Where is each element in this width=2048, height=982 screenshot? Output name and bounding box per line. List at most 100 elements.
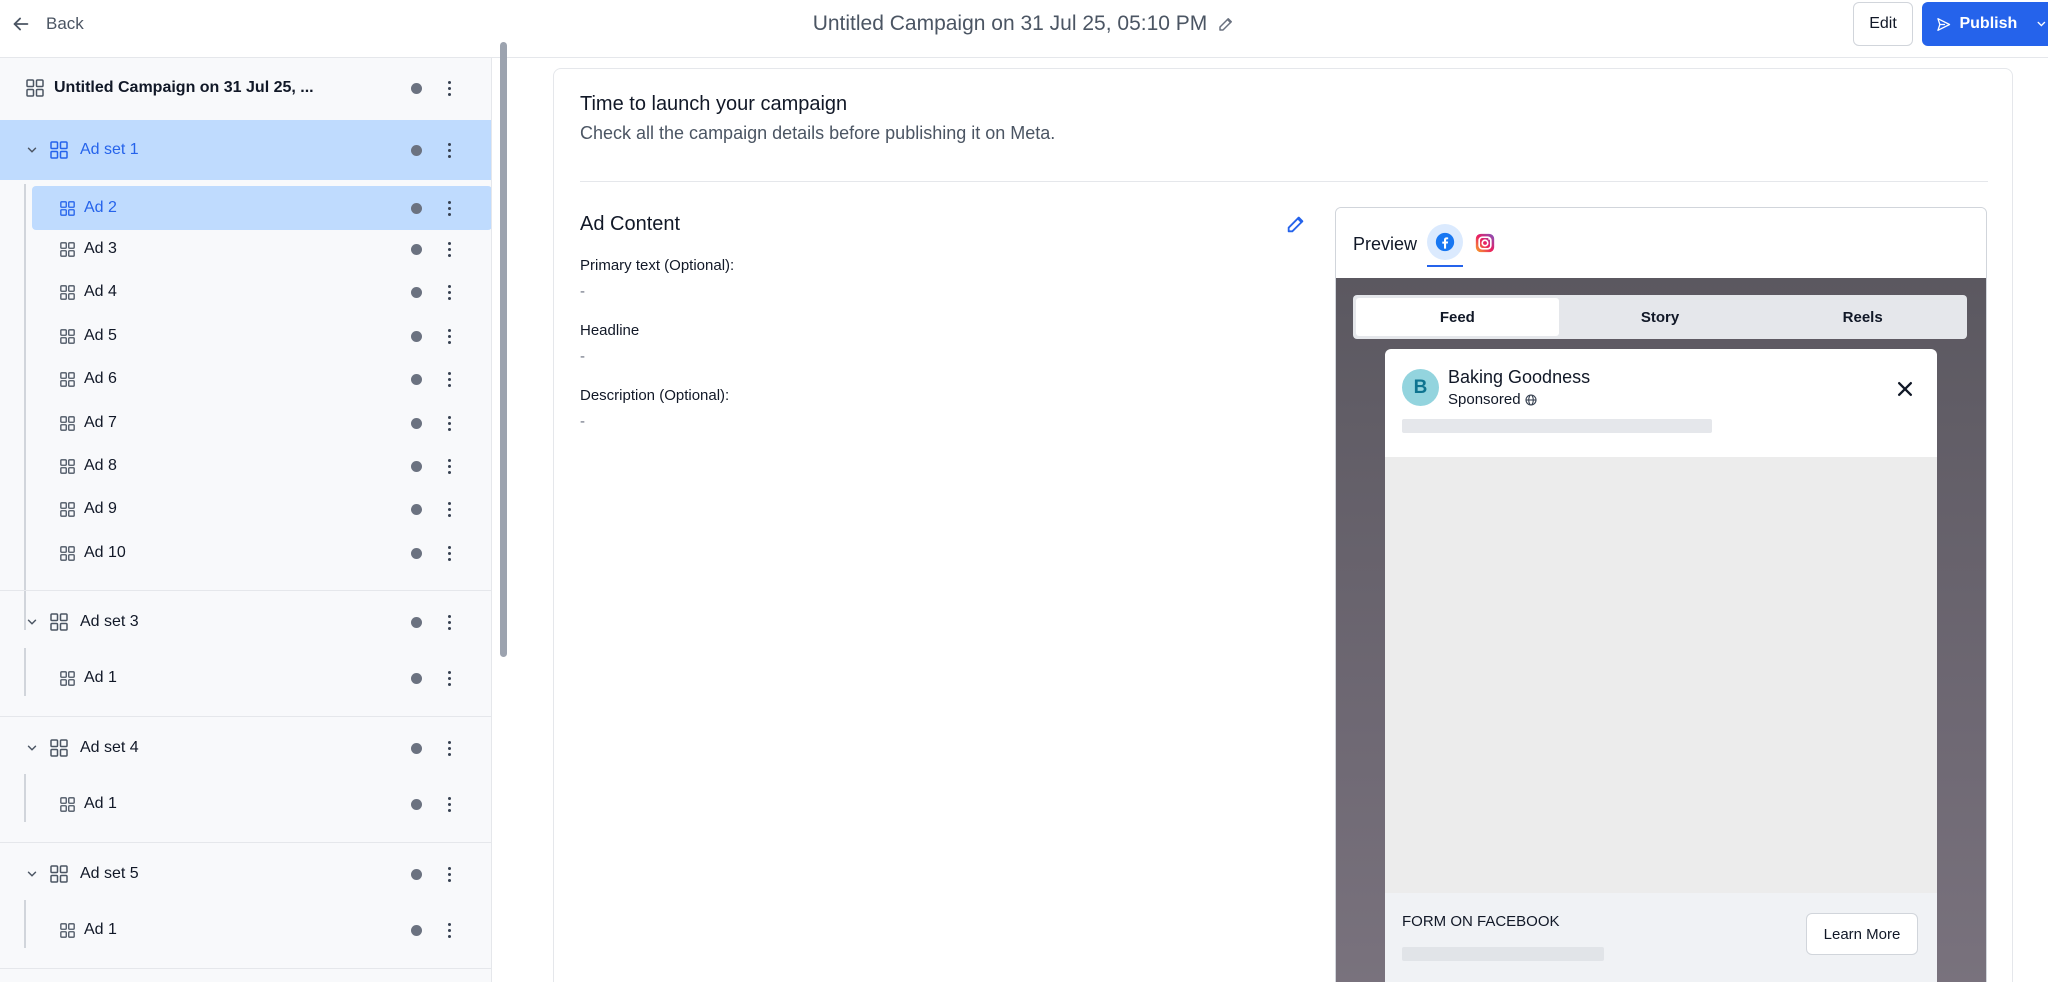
campaign-title: Untitled Campaign on 31 Jul 25, 05:10 PM <box>812 12 1208 35</box>
facebook-tab[interactable] <box>1427 224 1463 260</box>
publish-button[interactable]: Publish <box>1922 2 2048 46</box>
placement-tab-feed[interactable]: Feed <box>1356 298 1559 336</box>
chevron-down-icon[interactable] <box>25 741 39 755</box>
adset-label: Ad set 4 <box>80 739 139 756</box>
grid-icon <box>26 79 44 97</box>
tree-ad-row[interactable]: Ad 3 <box>0 229 491 269</box>
tree-ad-row[interactable]: Ad 6 <box>0 359 491 399</box>
more-options-icon[interactable] <box>442 920 456 940</box>
grid-icon <box>60 545 75 561</box>
ad-label: Ad 7 <box>84 414 117 431</box>
more-options-icon[interactable] <box>442 612 456 632</box>
publish-label: Publish <box>1959 15 2018 32</box>
tree-ad-row[interactable]: Ad 8 <box>0 446 491 486</box>
top-bar: Back Untitled Campaign on 31 Jul 25, 05:… <box>0 0 2048 58</box>
status-dot <box>411 742 422 754</box>
more-options-icon[interactable] <box>442 239 456 259</box>
status-dot <box>411 460 422 472</box>
tree-ad-row[interactable]: Ad 1 <box>0 910 491 950</box>
grid-icon <box>60 458 75 474</box>
more-options-icon[interactable] <box>442 369 456 389</box>
adset-label: Ad set 3 <box>80 613 139 630</box>
status-dot <box>411 924 422 936</box>
learn-more-button[interactable]: Learn More <box>1806 913 1918 955</box>
media-placeholder <box>1385 457 1937 893</box>
status-dot <box>411 243 422 255</box>
tree-campaign-row[interactable]: Untitled Campaign on 31 Jul 25, ... <box>0 68 491 108</box>
tree-adset-row[interactable]: Ad set 3 <box>0 602 491 642</box>
more-options-icon[interactable] <box>442 198 456 218</box>
tree-ad-row[interactable]: Ad 1 <box>0 784 491 824</box>
grid-icon <box>60 328 75 344</box>
more-options-icon[interactable] <box>442 543 456 563</box>
tree-adset-row[interactable]: Ad set 1 <box>0 120 491 180</box>
more-options-icon[interactable] <box>442 738 456 758</box>
edit-button[interactable]: Edit <box>1853 2 1913 46</box>
divider <box>0 842 491 843</box>
page-title: Time to launch your campaign <box>580 93 848 115</box>
tree-ad-row[interactable]: Ad 2 <box>32 186 491 230</box>
grid-icon <box>60 200 75 216</box>
placement-tab-story[interactable]: Story <box>1559 298 1762 336</box>
active-tab-indicator <box>1427 265 1463 267</box>
field-value: - <box>580 348 585 365</box>
tree-ad-row[interactable]: Ad 10 <box>0 533 491 573</box>
sponsored-label: Sponsored <box>1448 391 1521 408</box>
ad-label: Ad 4 <box>84 283 117 300</box>
more-options-icon[interactable] <box>442 794 456 814</box>
more-options-icon[interactable] <box>442 140 456 160</box>
ad-preview-panel: Preview Feed Story Reels B Baking Goodne… <box>1335 207 1987 982</box>
chevron-down-icon[interactable] <box>25 143 39 157</box>
grid-icon <box>50 141 68 159</box>
more-options-icon[interactable] <box>442 282 456 302</box>
grid-icon <box>50 865 68 883</box>
tree-adset-row[interactable]: Ad set 5 <box>0 854 491 894</box>
edit-pencil-icon[interactable] <box>1285 213 1307 235</box>
brand-name: Baking Goodness <box>1448 367 1591 387</box>
placement-tab-reels[interactable]: Reels <box>1761 298 1964 336</box>
status-dot <box>411 82 422 94</box>
placement-switcher: Feed Story Reels <box>1353 295 1967 339</box>
status-dot <box>411 373 422 385</box>
field-value: - <box>580 283 585 300</box>
chevron-down-icon[interactable] <box>25 867 39 881</box>
tree-ad-row[interactable]: Ad 9 <box>0 489 491 529</box>
ad-label: Ad 2 <box>84 199 117 216</box>
close-icon[interactable] <box>1895 379 1915 399</box>
status-dot <box>411 417 422 429</box>
ad-label: Ad 5 <box>84 327 117 344</box>
ad-label: Ad 1 <box>84 795 117 812</box>
launch-summary-card: Time to launch your campaign Check all t… <box>553 68 2013 982</box>
sidebar-scrollbar[interactable] <box>500 42 507 657</box>
page-subtitle: Check all the campaign details before pu… <box>580 123 1056 143</box>
more-options-icon[interactable] <box>442 78 456 98</box>
more-options-icon[interactable] <box>442 413 456 433</box>
adset-label: Ad set 1 <box>80 141 139 158</box>
adset-label: Ad set 5 <box>80 865 139 882</box>
grid-icon <box>50 739 68 757</box>
status-dot <box>411 616 422 628</box>
more-options-icon[interactable] <box>442 668 456 688</box>
more-options-icon[interactable] <box>442 456 456 476</box>
pencil-icon[interactable] <box>1217 15 1235 33</box>
chevron-down-icon[interactable] <box>25 615 39 629</box>
tree-adset-row[interactable]: Ad set 4 <box>0 728 491 768</box>
status-dot <box>411 798 422 810</box>
tree-ad-row[interactable]: Ad 1 <box>0 658 491 698</box>
chevron-down-icon[interactable] <box>2035 17 2048 31</box>
more-options-icon[interactable] <box>442 864 456 884</box>
more-options-icon[interactable] <box>442 326 456 346</box>
instagram-icon[interactable] <box>1475 233 1495 253</box>
back-button[interactable]: Back <box>10 10 84 38</box>
ad-label: Ad 1 <box>84 669 117 686</box>
cta-area: FORM ON FACEBOOK Learn More <box>1385 893 1937 982</box>
send-icon <box>1937 17 1951 31</box>
status-dot <box>411 672 422 684</box>
tree-ad-row[interactable]: Ad 4 <box>0 272 491 312</box>
tree-ad-row[interactable]: Ad 7 <box>0 403 491 443</box>
grid-icon <box>60 371 75 387</box>
headline-placeholder <box>1402 947 1604 961</box>
tree-ad-row[interactable]: Ad 5 <box>0 316 491 356</box>
more-options-icon[interactable] <box>442 499 456 519</box>
campaign-tree-sidebar: Untitled Campaign on 31 Jul 25, ... Ad s… <box>0 58 492 982</box>
